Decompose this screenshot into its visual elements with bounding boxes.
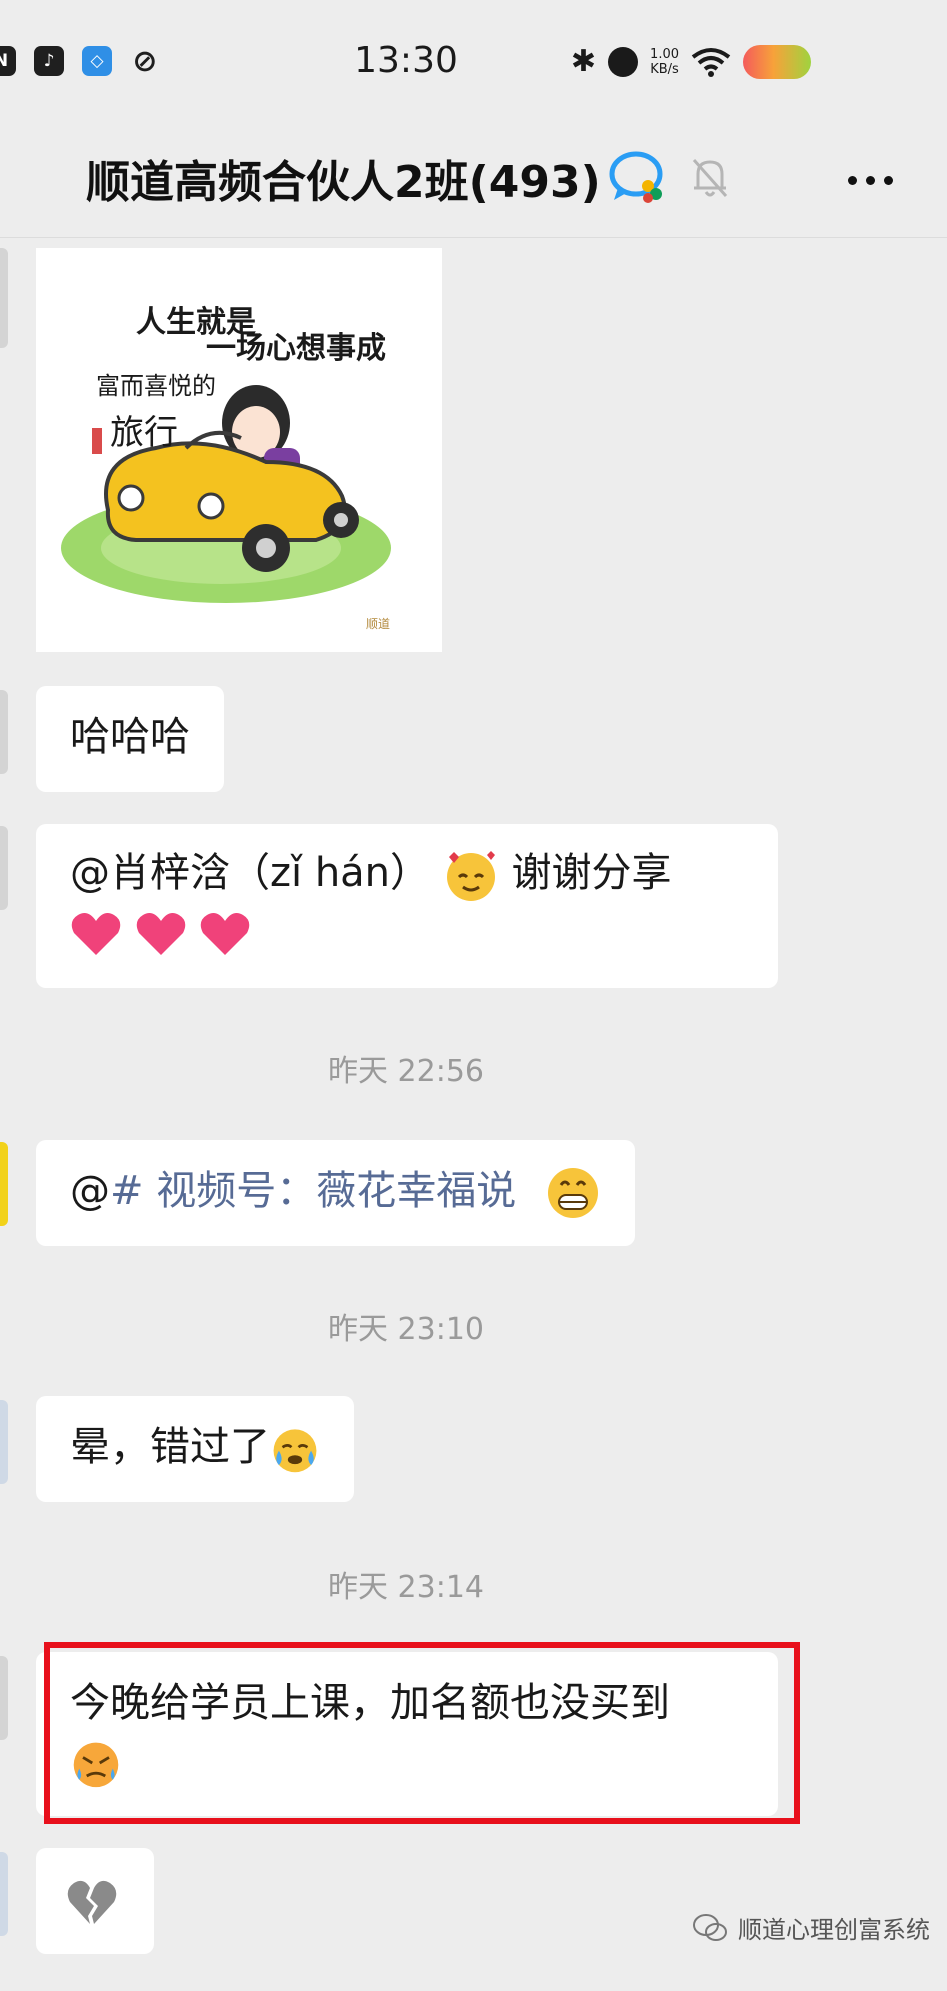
message-bubble[interactable] <box>36 1848 154 1954</box>
sticker-message[interactable]: 人生就是 一场心想事成 富而喜悦的 旅行 顺道 <box>36 248 442 652</box>
heart-icon <box>201 913 250 955</box>
network-speed: 1.00 KB/s <box>650 47 679 77</box>
crying-face-emoji-icon <box>273 1429 317 1473</box>
wifi-icon <box>691 47 731 77</box>
message-text: 谢谢分享 <box>511 850 672 896</box>
status-right-icons: ✱ 1.00 KB/s <box>571 44 811 79</box>
message-text: @ <box>70 1168 110 1214</box>
timestamp: 昨天 22:56 <box>328 1054 484 1089</box>
highlight-annotation <box>44 1642 800 1824</box>
sticker-brand: 顺道 <box>366 617 390 631</box>
sticker-text-4: 旅行 <box>110 413 178 453</box>
message-text: 哈哈哈 <box>70 714 190 760</box>
timestamp: 昨天 23:14 <box>328 1570 484 1605</box>
avatar[interactable] <box>0 1142 8 1226</box>
heart-icon <box>71 913 121 955</box>
more-options-button[interactable] <box>840 150 900 210</box>
message-text: @肖梓浛（zǐ hán） <box>70 850 431 896</box>
speed-value: 1.00 <box>650 46 679 62</box>
message-bubble[interactable]: 哈哈哈 <box>36 686 224 792</box>
mute-bell-icon <box>692 159 728 197</box>
heart-icon <box>136 913 185 955</box>
timestamp: 昨天 23:10 <box>328 1312 484 1347</box>
wechat-logo-icon <box>693 1913 727 1941</box>
speed-unit: KB/s <box>650 61 679 77</box>
status-bar: N ♪ ◇ ⊘ 13:30 ✱ 1.00 KB/s <box>0 0 947 120</box>
sticker-text-2: 一场心想事成 <box>206 331 386 366</box>
watermark-text: 顺道心理创富系统 <box>738 1916 930 1944</box>
message-bubble[interactable]: @# 视频号：薇花幸福说 <box>36 1140 635 1246</box>
avatar[interactable] <box>0 1656 8 1740</box>
mention-link[interactable]: # 视频号：薇花幸福说 <box>110 1168 516 1214</box>
sticker-text-3: 富而喜悦的 <box>96 372 216 400</box>
message-bubble[interactable]: @肖梓浛（zǐ hán） 谢谢分享 <box>36 824 778 988</box>
broken-heart-icon <box>67 1880 117 1924</box>
avatar[interactable] <box>0 248 8 348</box>
enterprise-chat-icon <box>609 151 663 203</box>
avatar[interactable] <box>0 1852 8 1936</box>
chat-header: 顺道高频合伙人2班(493) <box>0 120 947 238</box>
chat-title[interactable]: 顺道高频合伙人2班(493) <box>86 146 601 210</box>
battery-icon <box>743 44 811 79</box>
alarm-icon <box>608 46 639 77</box>
dot-icon <box>865 175 875 185</box>
avatar[interactable] <box>0 826 8 910</box>
avatar[interactable] <box>0 690 8 774</box>
message-text: 晕，错过了 <box>70 1424 270 1470</box>
bluetooth-icon: ✱ <box>570 44 597 79</box>
dot-icon <box>847 175 857 185</box>
grinning-emoji-icon <box>547 1168 598 1218</box>
sticker-image: 人生就是 一场心想事成 富而喜悦的 旅行 顺道 <box>61 305 391 631</box>
smiling-hearts-emoji-icon <box>446 851 495 901</box>
watermark: 顺道心理创富系统 <box>692 1910 930 1945</box>
dot-icon <box>883 175 893 185</box>
avatar[interactable] <box>0 1400 8 1484</box>
message-bubble[interactable]: 晕，错过了 <box>36 1396 354 1502</box>
